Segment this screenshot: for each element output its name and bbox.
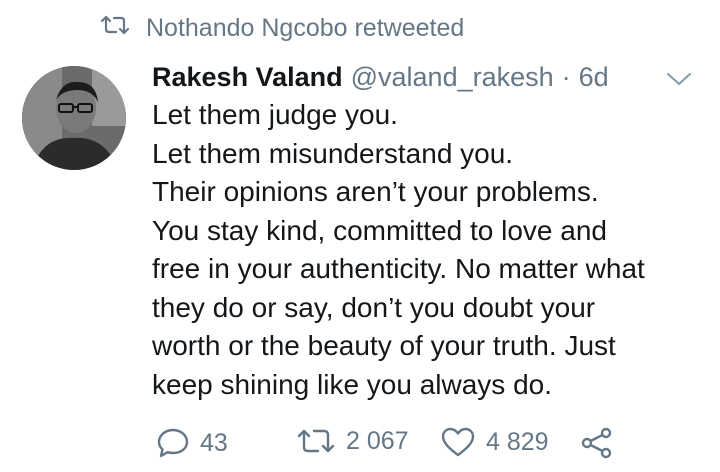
like-count: 4 829 bbox=[486, 427, 549, 456]
reply-icon bbox=[156, 426, 190, 460]
heart-icon bbox=[440, 426, 476, 458]
reply-count: 43 bbox=[200, 428, 228, 457]
tweet-line: keep shining like you always do. bbox=[152, 368, 553, 400]
tweet-line: worth or the beauty of your truth. Just bbox=[152, 330, 616, 361]
reply-button[interactable]: 43 bbox=[156, 426, 228, 460]
tweet-actions: 43 2 067 4 829 bbox=[156, 426, 626, 466]
like-button[interactable]: 4 829 bbox=[440, 426, 549, 458]
separator: · bbox=[561, 62, 571, 92]
retweet-context-text: Nothando Ngcobo retweeted bbox=[146, 14, 465, 42]
timestamp[interactable]: 6d bbox=[579, 62, 609, 93]
tweet-line: You stay kind, committed to love and bbox=[152, 214, 607, 246]
retweet-icon bbox=[296, 426, 336, 456]
tweet-line: they do or say, don’t you doubt your bbox=[152, 291, 596, 323]
retweet-button[interactable]: 2 067 bbox=[296, 426, 409, 456]
share-button[interactable] bbox=[580, 426, 614, 460]
tweet-menu-button[interactable] bbox=[664, 70, 694, 88]
share-icon bbox=[580, 426, 614, 460]
tweet-line: Let them misunderstand you. bbox=[152, 137, 514, 169]
tweet-line: Let them judge you. bbox=[152, 99, 398, 130]
tweet-line: free in your authenticity. No matter wha… bbox=[152, 253, 645, 284]
retweet-context[interactable]: Nothando Ngcobo retweeted bbox=[100, 14, 464, 43]
chevron-down-icon bbox=[664, 73, 694, 92]
author-handle[interactable]: @valand_rakesh bbox=[351, 62, 554, 93]
retweet-count: 2 067 bbox=[346, 426, 409, 455]
avatar[interactable] bbox=[22, 66, 126, 170]
tweet-text: Let them judge you. Let them misundersta… bbox=[152, 96, 712, 404]
retweet-icon bbox=[100, 14, 130, 43]
tweet-header: Rakesh Valand @valand_rakesh · 6d bbox=[152, 62, 609, 93]
author-name[interactable]: Rakesh Valand bbox=[152, 62, 343, 93]
tweet-line: Their opinions aren’t your problems. bbox=[152, 176, 599, 207]
